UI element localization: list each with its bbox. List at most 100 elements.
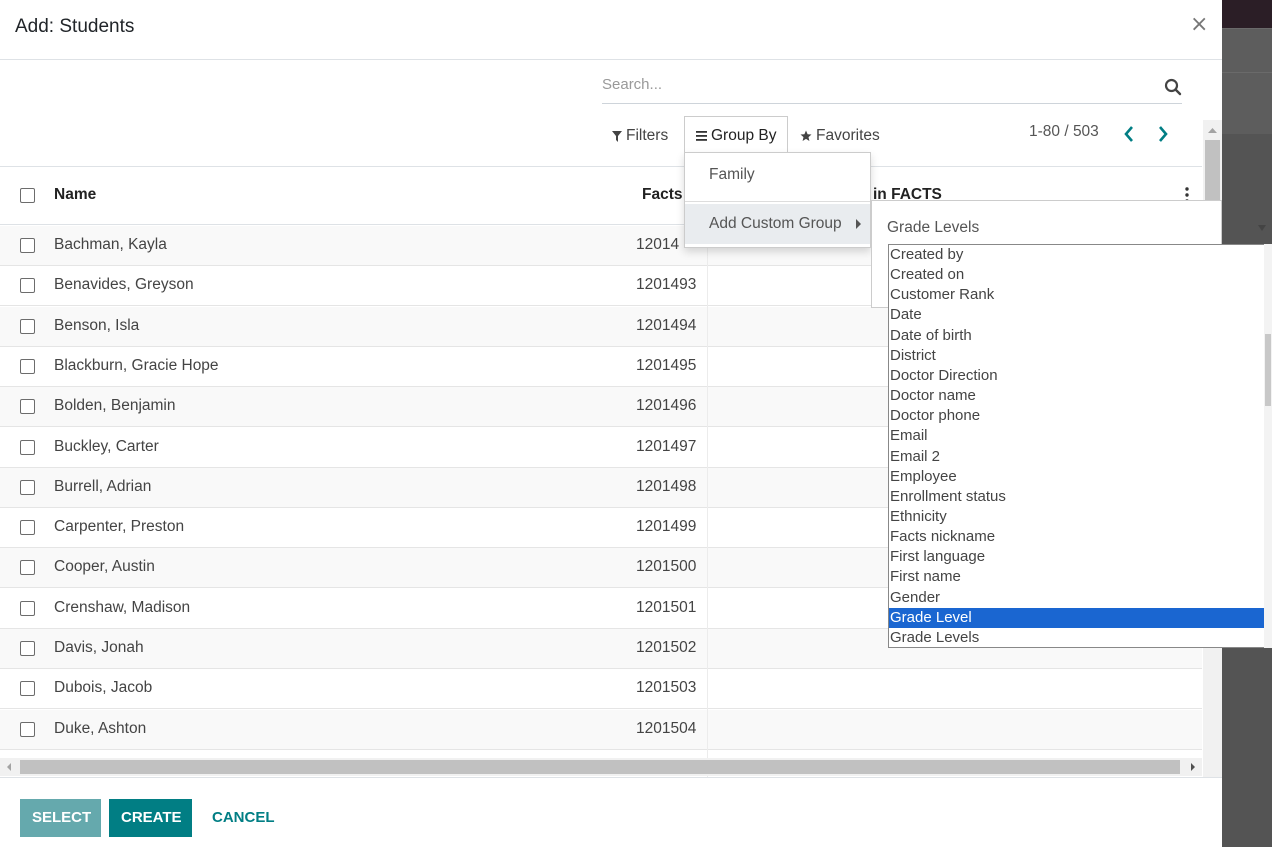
row-facts-id: 1201498 — [636, 477, 697, 495]
row-name: Benson, Isla — [54, 316, 140, 334]
modal-header: Add: Students × — [0, 0, 1222, 60]
group-by-button[interactable]: Group By — [684, 116, 789, 154]
search-input[interactable]: Search... — [602, 72, 1182, 104]
group-option[interactable]: Customer Rank — [889, 285, 1264, 305]
row-checkbox[interactable] — [20, 439, 35, 455]
row-facts-id: 1201503 — [636, 679, 697, 697]
filter-icon — [612, 130, 622, 142]
add-custom-group-item[interactable]: Add Custom Group — [685, 204, 870, 244]
table-row[interactable]: Dubois, Jacob 1201503 — [0, 669, 1202, 710]
cancel-button[interactable]: Cancel — [200, 799, 284, 837]
group-option[interactable]: Created on — [889, 265, 1264, 285]
row-facts-id: 1201497 — [636, 437, 697, 455]
group-option[interactable]: Doctor phone — [889, 406, 1264, 426]
group-option[interactable]: Date — [889, 305, 1264, 325]
row-facts-id: 1201494 — [636, 316, 697, 334]
filters-label: Filters — [626, 127, 669, 144]
group-option[interactable]: Grade Levels — [889, 628, 1264, 647]
column-header-facts[interactable]: Facts — [642, 186, 683, 204]
row-name: Davis, Jonah — [54, 639, 144, 656]
add-custom-group-label: Add Custom Group — [709, 215, 842, 232]
row-name: Cooper, Austin — [54, 558, 155, 576]
row-name: Buckley, Carter — [54, 437, 159, 455]
group-option[interactable]: Doctor Direction — [889, 366, 1264, 386]
chevron-left-icon[interactable] — [1120, 123, 1138, 145]
row-facts-id: 1201496 — [636, 397, 697, 415]
caret-down-icon — [1258, 225, 1266, 231]
star-icon — [800, 130, 812, 141]
row-facts-id: 1201499 — [636, 518, 697, 536]
row-checkbox[interactable] — [20, 641, 35, 656]
row-name: Bolden, Benjamin — [54, 397, 176, 415]
group-option[interactable]: Grade Level — [889, 607, 1264, 628]
modal-title: Add: Students — [15, 16, 135, 37]
row-facts-id: 12014 — [636, 236, 680, 253]
row-facts-id: 1201501 — [636, 598, 697, 616]
custom-group-options-list: Created by Created on Customer Rank Date Dat… — [888, 244, 1270, 648]
group-option[interactable]: Date of birth — [889, 326, 1264, 346]
row-name: Crenshaw, Madison — [54, 598, 191, 616]
row-facts-id: 1201502 — [636, 639, 697, 656]
custom-group-select[interactable]: Grade Levels — [887, 214, 1272, 242]
row-name: Duke, Ashton — [54, 719, 147, 737]
group-option[interactable]: Email — [889, 426, 1264, 446]
row-checkbox[interactable] — [20, 520, 35, 536]
custom-group-select-value: Grade Levels — [887, 219, 980, 236]
modal-footer: Select Create Cancel — [0, 777, 1222, 847]
row-checkbox[interactable] — [20, 479, 35, 495]
row-checkbox[interactable] — [20, 278, 35, 294]
bars-icon — [696, 130, 707, 141]
row-checkbox[interactable] — [20, 238, 35, 253]
column-header-name[interactable]: Name — [54, 186, 96, 204]
group-option[interactable]: Facts nickname — [889, 527, 1264, 547]
row-name: Carpenter, Preston — [54, 518, 185, 536]
row-checkbox[interactable] — [20, 399, 35, 415]
group-option[interactable]: First language — [889, 547, 1264, 567]
create-button[interactable]: Create — [109, 799, 192, 837]
row-checkbox[interactable] — [20, 681, 35, 697]
row-name: Benavides, Greyson — [54, 276, 194, 294]
chevron-right-icon[interactable] — [1154, 123, 1172, 145]
options-scroll-thumb[interactable] — [1265, 334, 1271, 406]
group-option[interactable]: Enrollment status — [889, 487, 1264, 507]
group-option[interactable]: Email 2 — [889, 447, 1264, 467]
close-icon[interactable]: × — [1190, 12, 1208, 38]
group-option[interactable]: Doctor name — [889, 386, 1264, 406]
row-facts-id: 1201495 — [636, 356, 697, 374]
row-checkbox[interactable] — [20, 318, 35, 334]
scroll-right-icon[interactable] — [1186, 758, 1200, 776]
row-name: Burrell, Adrian — [54, 477, 152, 495]
options-scrollbar[interactable] — [1264, 244, 1272, 648]
hscroll-thumb[interactable] — [20, 760, 1180, 774]
favorites-label: Favorites — [816, 127, 880, 144]
search-placeholder: Search... — [602, 76, 663, 93]
group-option[interactable]: First name — [889, 567, 1264, 587]
row-name: Bachman, Kayla — [54, 236, 167, 253]
group-by-option-family[interactable]: Family — [685, 155, 870, 195]
group-option[interactable]: Employee — [889, 467, 1264, 487]
scroll-left-icon[interactable] — [2, 758, 16, 776]
group-option[interactable]: Gender — [889, 588, 1264, 608]
row-facts-id: 1201500 — [636, 558, 697, 576]
scroll-up-icon[interactable] — [1203, 123, 1222, 137]
row-checkbox[interactable] — [20, 358, 35, 374]
table-row[interactable]: Duke, Ashton 1201504 — [0, 709, 1202, 750]
search-icon[interactable] — [1164, 78, 1182, 96]
group-option[interactable]: Ethnicity — [889, 507, 1264, 527]
row-facts-id: 1201504 — [636, 719, 697, 737]
row-checkbox[interactable] — [20, 600, 35, 616]
favorites-button[interactable]: Favorites — [800, 120, 880, 152]
select-button[interactable]: Select — [20, 799, 101, 837]
filters-button[interactable]: Filters — [612, 120, 668, 152]
caret-right-icon — [856, 219, 861, 229]
row-checkbox[interactable] — [20, 560, 35, 576]
group-by-dropdown: Family Add Custom Group — [684, 152, 871, 248]
group-option[interactable]: Created by — [889, 245, 1264, 265]
row-checkbox[interactable] — [20, 721, 35, 737]
row-facts-id: 1201493 — [636, 276, 697, 294]
select-all-checkbox[interactable] — [20, 188, 35, 203]
group-option[interactable]: District — [889, 346, 1264, 366]
group-by-label: Group By — [711, 126, 777, 144]
horizontal-scrollbar[interactable] — [0, 758, 1202, 776]
pager-range[interactable]: 1-80 / 503 — [1029, 123, 1099, 141]
